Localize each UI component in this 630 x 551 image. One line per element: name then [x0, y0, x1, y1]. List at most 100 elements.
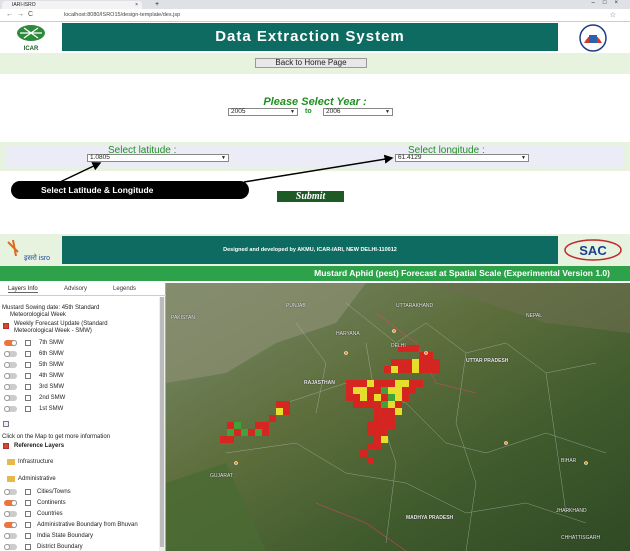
administrative-label[interactable]: Administrative [18, 476, 56, 482]
forecast-grid-cell[interactable] [374, 394, 381, 401]
forecast-grid-cell[interactable] [353, 380, 360, 387]
countries-toggle[interactable] [4, 511, 17, 517]
forecast-grid-cell[interactable] [405, 359, 412, 366]
forecast-grid-cell[interactable] [388, 394, 395, 401]
forecast-grid-cell[interactable] [412, 366, 419, 373]
smw-checkbox-4[interactable] [25, 373, 31, 379]
window-controls[interactable]: –□× [592, 0, 626, 6]
year-from-select[interactable]: 2005 ▼ [228, 108, 298, 116]
panel-scroll-thumb[interactable] [160, 297, 164, 547]
forecast-grid-cell[interactable] [398, 366, 405, 373]
forecast-grid-cell[interactable] [416, 380, 423, 387]
forecast-grid-cell[interactable] [374, 380, 381, 387]
forecast-grid-cell[interactable] [402, 394, 409, 401]
forecast-grid-cell[interactable] [360, 401, 367, 408]
navigation-icons[interactable]: ←→C [6, 11, 37, 18]
forecast-grid-cell[interactable] [360, 380, 367, 387]
forecast-grid-cell[interactable] [398, 359, 405, 366]
countries-checkbox[interactable] [25, 511, 31, 517]
forecast-grid-cell[interactable] [374, 443, 381, 450]
forecast-grid-cell[interactable] [381, 408, 388, 415]
browser-tab[interactable]: IARI-ISRO × [2, 1, 142, 9]
forecast-grid-cell[interactable] [367, 429, 374, 436]
forecast-grid-cell[interactable] [227, 422, 234, 429]
smw-toggle-4[interactable] [4, 373, 17, 379]
smw-toggle-6[interactable] [4, 351, 17, 357]
bhuvan-boundary-toggle[interactable] [4, 522, 17, 528]
bookmark-star-icon[interactable]: ☆ [610, 11, 616, 19]
bhuvan-boundary-checkbox[interactable] [25, 522, 31, 528]
forecast-grid-cell[interactable] [405, 345, 412, 352]
district-boundary-checkbox[interactable] [25, 544, 31, 550]
forecast-grid-cell[interactable] [374, 429, 381, 436]
weekly-forecast-checkbox[interactable] [3, 323, 9, 329]
smw-checkbox-1[interactable] [25, 406, 31, 412]
forecast-grid-cell[interactable] [374, 422, 381, 429]
map-view[interactable]: PAKISTAN PUNJAB HARYANA UTTARAKHAND DELH… [166, 283, 630, 551]
forecast-grid-cell[interactable] [419, 366, 426, 373]
forecast-grid-cell[interactable] [255, 422, 262, 429]
forecast-grid-cell[interactable] [262, 429, 269, 436]
folder-icon[interactable] [7, 459, 15, 465]
forecast-grid-cell[interactable] [360, 394, 367, 401]
forecast-grid-cell[interactable] [367, 387, 374, 394]
forecast-grid-cell[interactable] [395, 401, 402, 408]
forecast-grid-cell[interactable] [381, 415, 388, 422]
smw-toggle-3[interactable] [4, 384, 17, 390]
smw-checkbox-6[interactable] [25, 351, 31, 357]
smw-toggle-2[interactable] [4, 395, 17, 401]
forecast-grid-cell[interactable] [388, 422, 395, 429]
tab-layers-info[interactable]: Layers Info [8, 286, 38, 293]
forecast-grid-cell[interactable] [384, 366, 391, 373]
forecast-grid-cell[interactable] [283, 408, 290, 415]
forecast-grid-cell[interactable] [388, 408, 395, 415]
forecast-grid-cell[interactable] [391, 359, 398, 366]
forecast-grid-cell[interactable] [234, 422, 241, 429]
forecast-grid-cell[interactable] [405, 366, 412, 373]
forecast-grid-cell[interactable] [360, 387, 367, 394]
forecast-grid-cell[interactable] [412, 345, 419, 352]
forecast-grid-cell[interactable] [241, 429, 248, 436]
folder-icon[interactable] [7, 476, 15, 482]
forecast-grid-cell[interactable] [381, 422, 388, 429]
submit-button[interactable]: Submit [277, 191, 344, 202]
forecast-grid-cell[interactable] [426, 366, 433, 373]
year-to-select[interactable]: 2006 ▼ [323, 108, 393, 116]
forecast-grid-cell[interactable] [412, 359, 419, 366]
forecast-grid-cell[interactable] [426, 359, 433, 366]
forecast-grid-cell[interactable] [367, 457, 374, 464]
new-tab-button[interactable]: + [150, 1, 164, 8]
state-boundary-checkbox[interactable] [25, 533, 31, 539]
forecast-grid-cell[interactable] [234, 429, 241, 436]
cities-checkbox[interactable] [25, 489, 31, 495]
forecast-grid-cell[interactable] [409, 380, 416, 387]
state-boundary-toggle[interactable] [4, 533, 17, 539]
forecast-grid-cell[interactable] [388, 387, 395, 394]
forecast-grid-cell[interactable] [388, 401, 395, 408]
forecast-grid-cell[interactable] [381, 429, 388, 436]
smw-checkbox-7[interactable] [25, 340, 31, 346]
tab-legends[interactable]: Legends [113, 286, 136, 292]
smw-toggle-1[interactable] [4, 406, 17, 412]
cities-toggle[interactable] [4, 489, 17, 495]
forecast-grid-cell[interactable] [227, 429, 234, 436]
smw-toggle-5[interactable] [4, 362, 17, 368]
forecast-grid-cell[interactable] [367, 401, 374, 408]
forecast-grid-cell[interactable] [409, 387, 416, 394]
forecast-grid-cell[interactable] [367, 394, 374, 401]
smw-toggle-7[interactable] [4, 340, 17, 346]
infrastructure-label[interactable]: Infrastructure [18, 459, 53, 465]
forecast-grid-cell[interactable] [276, 401, 283, 408]
forecast-grid-cell[interactable] [388, 380, 395, 387]
forecast-grid-cell[interactable] [276, 408, 283, 415]
forecast-grid-cell[interactable] [367, 380, 374, 387]
continents-checkbox[interactable] [25, 500, 31, 506]
smw-checkbox-3[interactable] [25, 384, 31, 390]
forecast-grid-cell[interactable] [374, 408, 381, 415]
forecast-grid-cell[interactable] [367, 422, 374, 429]
forecast-grid-cell[interactable] [374, 401, 381, 408]
forecast-grid-cell[interactable] [353, 394, 360, 401]
forecast-grid-cell[interactable] [255, 429, 262, 436]
forecast-grid-cell[interactable] [433, 359, 440, 366]
back-home-button[interactable]: Back to Home Page [255, 58, 367, 68]
